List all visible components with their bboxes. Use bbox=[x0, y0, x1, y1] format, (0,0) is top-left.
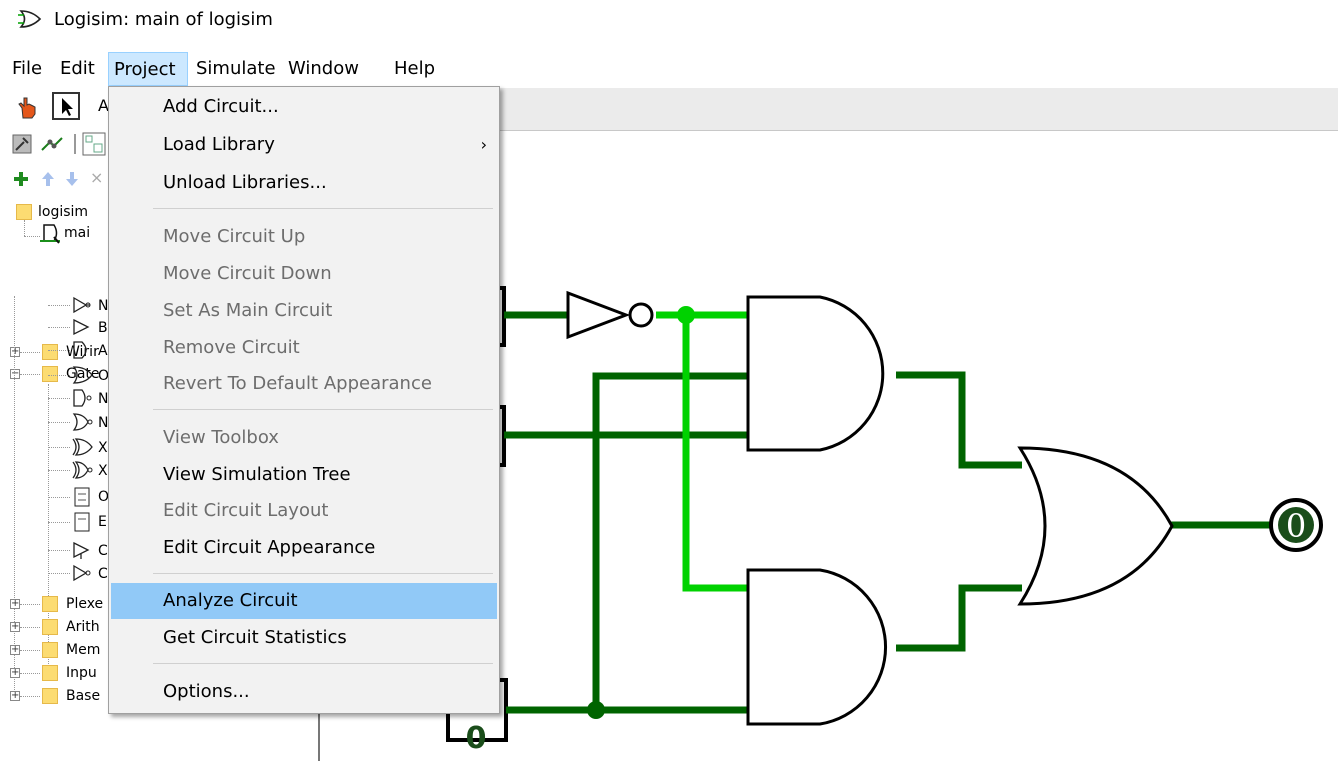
wire-junction bbox=[587, 701, 605, 719]
menu-item-move-circuit-up: Move Circuit Up bbox=[163, 226, 306, 247]
menu-separator bbox=[153, 409, 493, 410]
menu-item-revert-appearance: Revert To Default Appearance bbox=[163, 373, 432, 394]
menu-item-unload-libraries[interactable]: Unload Libraries... bbox=[111, 165, 497, 201]
menu-item-analyze-circuit[interactable]: Analyze Circuit bbox=[111, 583, 497, 619]
menu-item-get-circuit-statistics[interactable]: Get Circuit Statistics bbox=[111, 620, 497, 656]
submenu-arrow-icon: › bbox=[480, 135, 487, 154]
menu-item-move-circuit-down: Move Circuit Down bbox=[163, 263, 332, 284]
wire-junction bbox=[677, 306, 695, 324]
menu-item-view-simulation-tree[interactable]: View Simulation Tree bbox=[111, 457, 497, 493]
menu-separator bbox=[153, 573, 493, 574]
wire-low bbox=[592, 372, 750, 710]
menu-item-add-circuit[interactable]: Add Circuit... bbox=[111, 89, 497, 125]
output-pin-value: 0 bbox=[1286, 507, 1306, 545]
or-gate bbox=[1017, 446, 1174, 606]
not-gate bbox=[566, 290, 631, 340]
menu-item-set-as-main: Set As Main Circuit bbox=[163, 300, 333, 321]
menu-item-edit-circuit-layout: Edit Circuit Layout bbox=[163, 500, 329, 521]
menu-separator bbox=[153, 663, 493, 664]
wire-low bbox=[896, 584, 1022, 652]
and-gate-bottom bbox=[746, 568, 888, 726]
menu-item-label: Load Library bbox=[163, 134, 275, 155]
menu-item-options[interactable]: Options... bbox=[111, 674, 497, 710]
menu-item-remove-circuit: Remove Circuit bbox=[163, 337, 300, 358]
menu-item-edit-circuit-appearance[interactable]: Edit Circuit Appearance bbox=[111, 530, 497, 566]
not-gate-bubble bbox=[628, 302, 654, 328]
menu-item-view-toolbox: View Toolbox bbox=[163, 427, 279, 448]
and-gate-top bbox=[746, 295, 885, 452]
menu-separator bbox=[153, 208, 493, 209]
menu-item-load-library[interactable]: Load Library › bbox=[111, 127, 497, 163]
input-pin-c-value: 0 bbox=[466, 721, 487, 756]
project-menu: Add Circuit... Load Library › Unload Lib… bbox=[108, 86, 500, 714]
wire-high bbox=[682, 315, 750, 592]
wire-low bbox=[896, 371, 1022, 469]
